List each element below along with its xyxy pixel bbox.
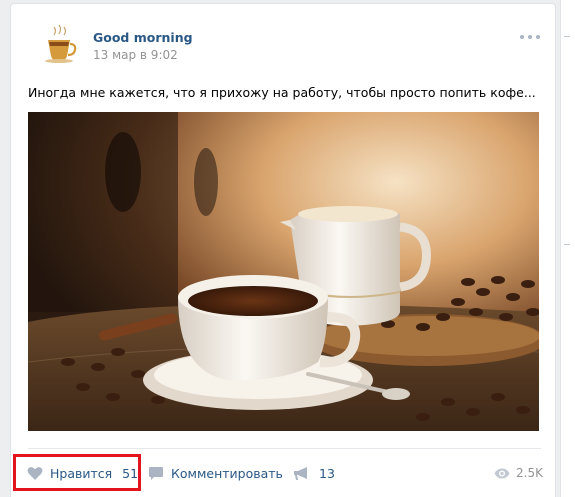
strip-mark bbox=[564, 244, 570, 245]
comment-label: Комментировать bbox=[171, 465, 283, 481]
more-dots-icon[interactable] bbox=[520, 32, 542, 42]
megaphone-icon bbox=[294, 466, 307, 480]
page-right-strip bbox=[560, 0, 575, 497]
comment-icon bbox=[149, 466, 163, 480]
heart-icon bbox=[27, 466, 43, 480]
post-date[interactable]: 13 мар в 9:02 bbox=[93, 48, 178, 62]
post-text: Иногда мне кажется, что я прихожу на раб… bbox=[28, 85, 536, 100]
eye-icon bbox=[494, 468, 510, 478]
like-label: Нравится bbox=[50, 465, 113, 481]
actions-divider bbox=[28, 448, 541, 449]
share-count: 13 bbox=[319, 465, 335, 481]
wall-post: Good morning 13 мар в 9:02 Иногда мне ка… bbox=[10, 3, 556, 497]
like-button[interactable]: Нравится 51 bbox=[27, 462, 138, 484]
avatar[interactable] bbox=[34, 21, 84, 71]
views-counter: 2.5K bbox=[494, 462, 543, 484]
author-name[interactable]: Good morning bbox=[93, 30, 193, 45]
share-button[interactable]: 13 bbox=[293, 462, 335, 484]
like-count: 51 bbox=[122, 465, 139, 481]
comment-button[interactable]: Комментировать bbox=[148, 462, 283, 484]
coffee-cup-logo bbox=[45, 24, 77, 63]
strip-mark bbox=[564, 36, 570, 37]
views-count: 2.5K bbox=[516, 466, 543, 480]
coffee-photo bbox=[28, 112, 539, 431]
post-photo[interactable] bbox=[28, 112, 539, 431]
